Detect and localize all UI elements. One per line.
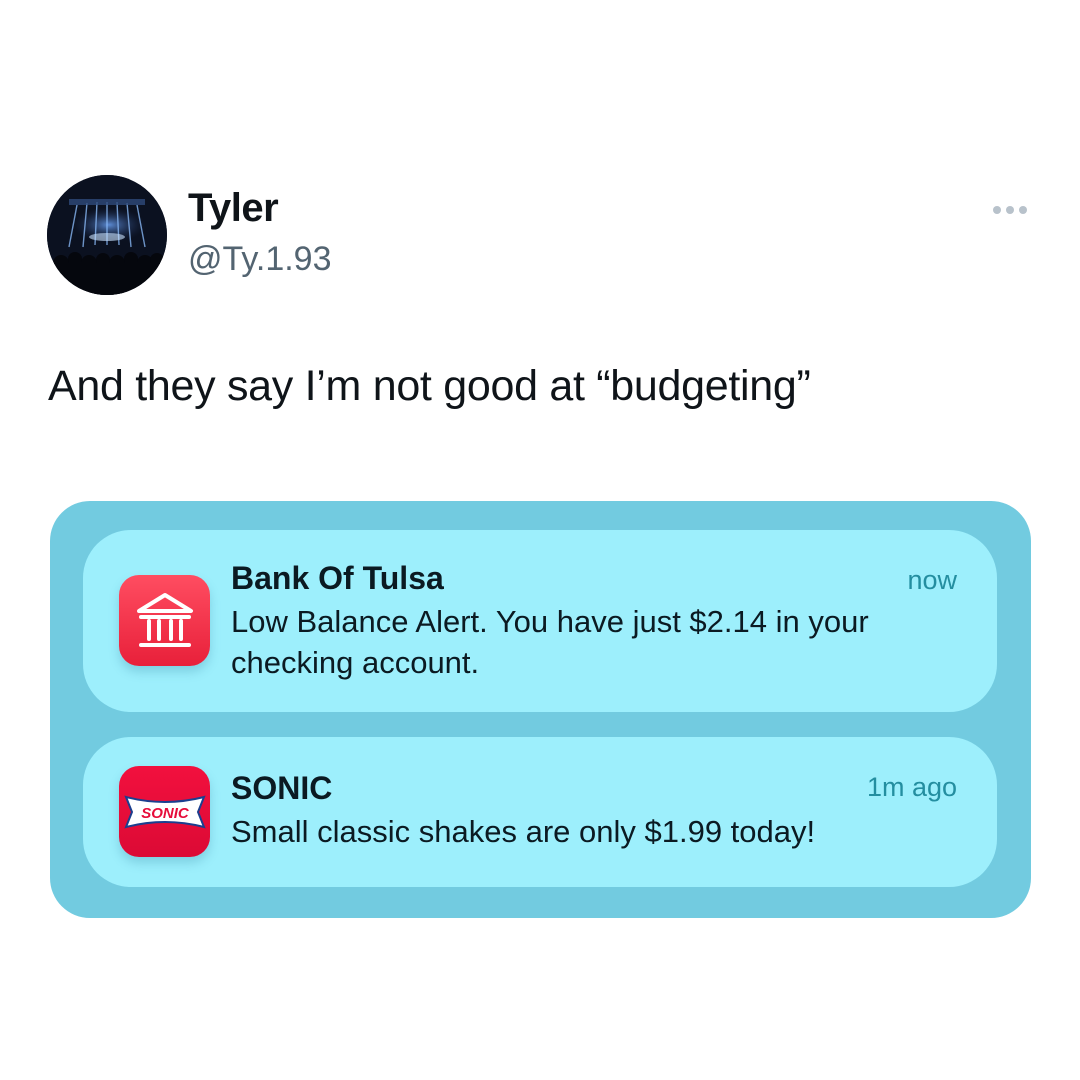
tweet-media-image[interactable]: Bank Of Tulsa now Low Balance Alert. You…	[50, 501, 1031, 918]
notification-app-name: SONIC	[231, 770, 333, 806]
concert-photo-icon	[47, 175, 167, 295]
tweet-card: Tyler @Ty.1.93 And they say I’m not good…	[0, 0, 1080, 1080]
sonic-logo-icon: SONIC	[119, 766, 210, 857]
more-options-button[interactable]	[985, 196, 1035, 224]
notification-message: Low Balance Alert. You have just $2.14 i…	[231, 604, 869, 680]
bank-building-icon	[119, 575, 210, 666]
notification-bank: Bank Of Tulsa now Low Balance Alert. You…	[83, 530, 997, 712]
tweet-text: And they say I’m not good at “budgeting”	[48, 362, 811, 410]
notification-time: 1m ago	[866, 772, 957, 802]
notification-time: now	[907, 565, 957, 595]
author-handle[interactable]: @Ty.1.93	[188, 240, 332, 279]
sonic-logo-text: SONIC	[141, 805, 190, 822]
avatar[interactable]	[47, 175, 167, 295]
more-horizontal-icon	[993, 206, 1001, 214]
notification-sonic: SONIC SONIC 1m ago Small classic shakes …	[83, 737, 997, 887]
notification-app-name: Bank Of Tulsa	[231, 560, 444, 596]
notification-message: Small classic shakes are only $1.99 toda…	[231, 814, 816, 849]
author-name[interactable]: Tyler	[188, 186, 279, 231]
